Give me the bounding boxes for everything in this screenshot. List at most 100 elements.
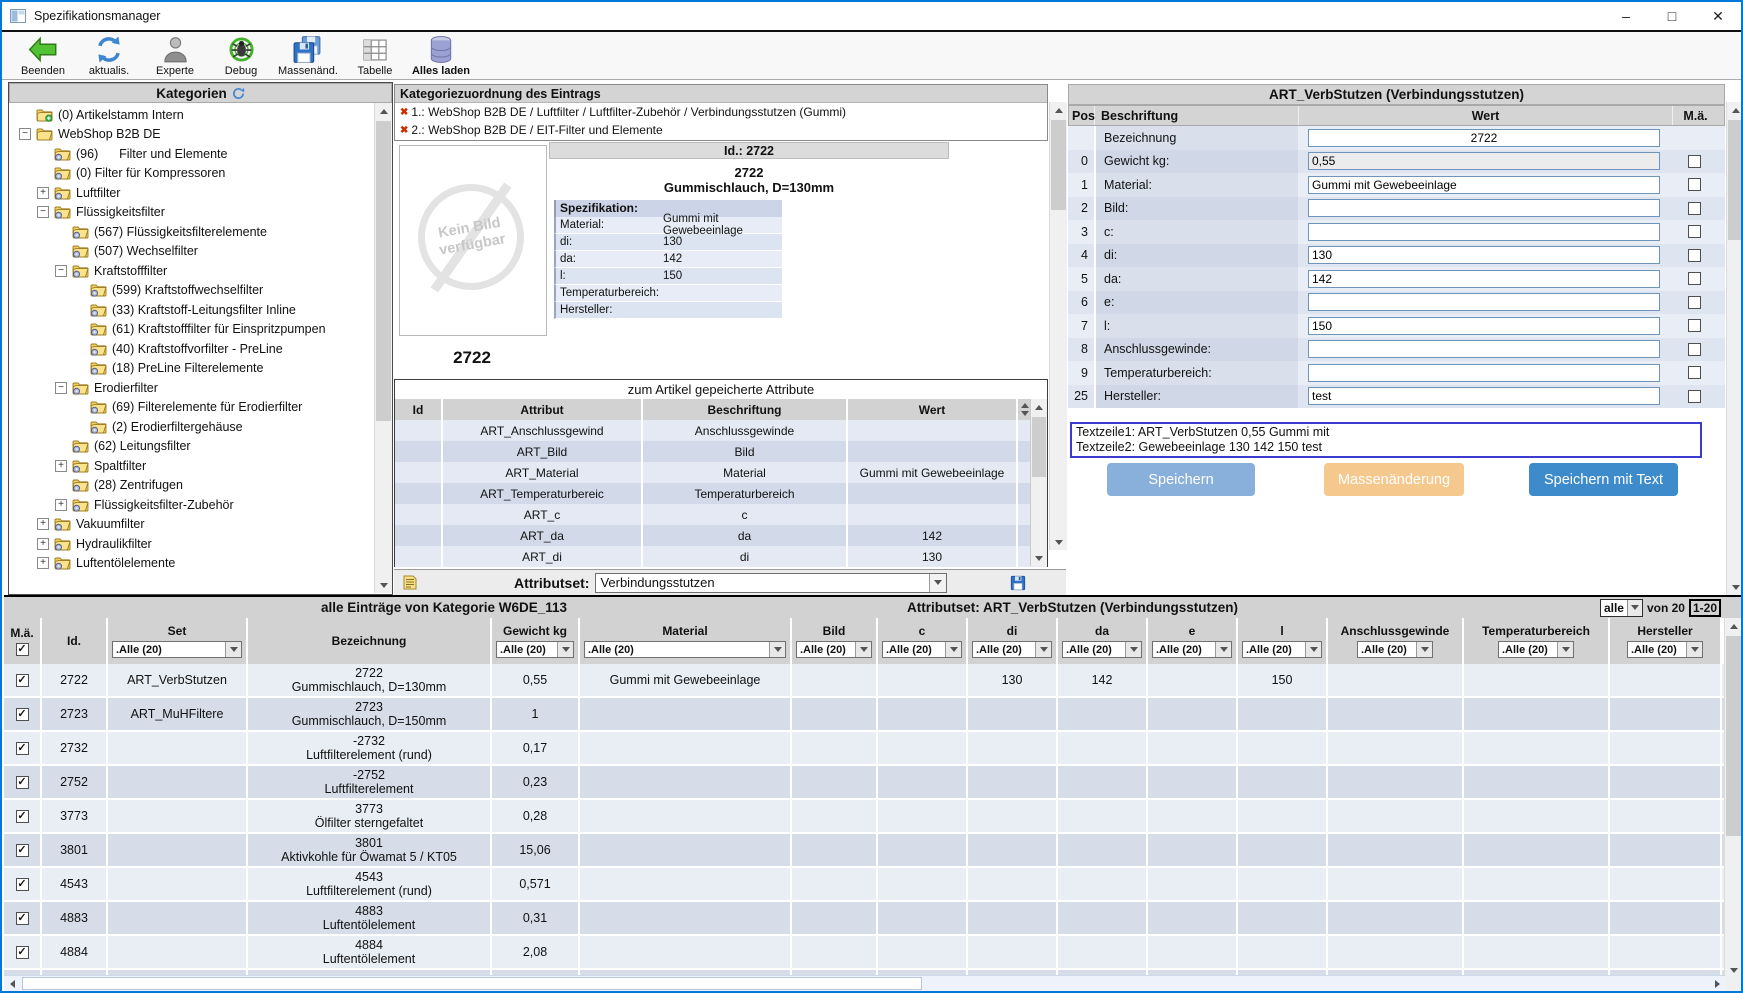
tree-item[interactable]: +Luftfilter (9, 183, 374, 203)
massen-nderung-button[interactable]: Massenänderung (1324, 463, 1464, 496)
speichern-button[interactable]: Speichern (1107, 463, 1255, 496)
tree-item[interactable]: +Hydraulikfilter (9, 534, 374, 554)
scroll-thumb[interactable] (376, 121, 391, 421)
editor-input-l[interactable] (1308, 317, 1660, 335)
tree-item[interactable]: +Flüssigkeitsfilter-Zubehör (9, 495, 374, 515)
tree-expander-plus[interactable]: + (55, 499, 67, 511)
filter-hersteller[interactable]: .Alle (20) (1627, 641, 1703, 658)
article-panel-scrollbar[interactable] (1049, 102, 1067, 550)
scroll-thumb[interactable] (1051, 120, 1066, 210)
tree-item[interactable]: −WebShop B2B DE (9, 125, 374, 145)
row-checkbox[interactable]: ✓ (16, 844, 29, 857)
scroll-up-button[interactable] (1031, 399, 1047, 415)
scroll-up-button[interactable] (1727, 102, 1743, 118)
tree-item[interactable]: (0) Artikelstamm Intern (9, 105, 374, 125)
tree-item[interactable]: (599) Kraftstoffwechselfilter (9, 281, 374, 301)
tree-item[interactable]: −Flüssigkeitsfilter (9, 203, 374, 223)
scroll-thumb[interactable] (1032, 417, 1046, 477)
attribute-row[interactable]: ART_AnschlussgewindAnschlussgewinde (395, 420, 1047, 441)
scroll-up-button[interactable] (1050, 102, 1067, 118)
tree-item[interactable]: (28) Zentrifugen (9, 476, 374, 496)
close-button[interactable]: ✕ (1695, 2, 1741, 30)
tree-expander-plus[interactable]: + (37, 557, 49, 569)
remove-category-icon[interactable]: ✖ (400, 107, 408, 118)
speichern-mit-text-button[interactable]: Speichern mit Text (1529, 463, 1678, 496)
editor-scrollbar[interactable] (1726, 102, 1743, 595)
tree-item[interactable]: (2) Erodierfiltergehäuse (9, 417, 374, 437)
tree-expander-minus[interactable]: − (55, 265, 67, 277)
scroll-down-button[interactable] (1050, 534, 1067, 550)
tree-item[interactable]: (62) Leitungsfilter (9, 437, 374, 457)
tree-item[interactable]: (69) Filterelemente für Erodierfilter (9, 398, 374, 418)
scroll-down-button[interactable] (375, 577, 392, 593)
row-checkbox[interactable]: ✓ (16, 946, 29, 959)
tree-expander-minus[interactable]: − (55, 382, 67, 394)
filter-gewicht[interactable]: .Alle (20) (496, 641, 574, 658)
attribute-row[interactable]: ART_dada142 (395, 525, 1047, 546)
toolbar-experte[interactable]: Experte (142, 32, 208, 80)
toolbar-debug[interactable]: Debug (208, 32, 274, 80)
row-checkbox[interactable]: ✓ (16, 674, 29, 687)
tree-expander-plus[interactable]: + (37, 187, 49, 199)
toolbar-aktualis[interactable]: aktualis. (76, 32, 142, 80)
editor-input-hersteller[interactable] (1308, 387, 1660, 405)
tree-item[interactable]: (0) Filter für Kompressoren (9, 164, 374, 184)
tree-item[interactable]: (507) Wechselfilter (9, 242, 374, 262)
note-icon[interactable] (402, 574, 418, 591)
editor-input-bezeichnung[interactable] (1308, 129, 1660, 147)
page-size-select[interactable]: alle (1600, 599, 1643, 617)
tree-item[interactable]: +Spaltfilter (9, 456, 374, 476)
pager-range[interactable]: 1-20 (1689, 599, 1721, 617)
toolbar-beenden[interactable]: Beenden (10, 32, 76, 80)
ma-checkbox[interactable] (1688, 202, 1701, 215)
attributes-scrollbar[interactable] (1030, 399, 1047, 566)
ma-checkbox[interactable] (1688, 319, 1701, 332)
editor-input-c[interactable] (1308, 223, 1660, 241)
ma-checkbox[interactable] (1688, 225, 1701, 238)
grid-scrollbar-horizontal[interactable] (4, 975, 1725, 991)
scroll-left-button[interactable] (4, 976, 20, 991)
tree-expander-minus[interactable]: − (19, 128, 31, 140)
attribute-row[interactable]: ART_MaterialMaterialGummi mit Gewebeeinl… (395, 462, 1047, 483)
tree-item[interactable]: (96) Filter und Elemente (9, 144, 374, 164)
tree-item[interactable]: (567) Flüssigkeitsfilterelemente (9, 222, 374, 242)
editor-input-anschlussgewinde[interactable] (1308, 340, 1660, 358)
toolbar-massen-nd[interactable]: Massenänd. (274, 32, 342, 80)
tree-item[interactable]: (40) Kraftstoffvorfilter - PreLine (9, 339, 374, 359)
filter-material[interactable]: .Alle (20) (584, 641, 786, 658)
tree-expander-plus[interactable]: + (37, 538, 49, 550)
scroll-down-button[interactable] (1727, 579, 1743, 595)
attribute-row[interactable]: ART_BildBild (395, 441, 1047, 462)
row-checkbox[interactable]: ✓ (16, 810, 29, 823)
editor-input-di[interactable] (1308, 246, 1660, 264)
ma-checkbox[interactable] (1688, 155, 1701, 168)
filter-l[interactable]: .Alle (20) (1242, 641, 1322, 658)
scroll-right-button[interactable] (1709, 976, 1725, 991)
maximize-button[interactable]: □ (1649, 2, 1695, 30)
ma-checkbox[interactable] (1688, 366, 1701, 379)
tree-item[interactable]: −Kraftstofffilter (9, 261, 374, 281)
editor-input-bild[interactable] (1308, 199, 1660, 217)
scroll-thumb[interactable] (1726, 636, 1742, 836)
scroll-up-button[interactable] (375, 103, 392, 119)
filter-di[interactable]: .Alle (20) (972, 641, 1052, 658)
attribute-row[interactable]: ART_cc (395, 504, 1047, 525)
toolbar-tabelle[interactable]: Tabelle (342, 32, 408, 80)
attributset-select[interactable]: Verbindungsstutzen (595, 573, 947, 593)
row-checkbox[interactable]: ✓ (16, 742, 29, 755)
refresh-categories-icon[interactable] (232, 87, 245, 100)
filter-anschlussgewinde[interactable]: .Alle (20) (1357, 641, 1433, 658)
select-all-checkbox[interactable]: ✓ (16, 643, 29, 656)
attribute-row[interactable]: ART_didi130 (395, 546, 1047, 567)
editor-input-e[interactable] (1308, 293, 1660, 311)
ma-checkbox[interactable] (1688, 390, 1701, 403)
ma-checkbox[interactable] (1688, 296, 1701, 309)
editor-input-temperaturbereich[interactable] (1308, 364, 1660, 382)
tree-item[interactable]: +Vakuumfilter (9, 515, 374, 535)
tree-item[interactable]: (18) PreLine Filterelemente (9, 359, 374, 379)
remove-category-icon[interactable]: ✖ (400, 125, 408, 136)
ma-checkbox[interactable] (1688, 272, 1701, 285)
scroll-thumb[interactable] (22, 977, 922, 990)
minimize-button[interactable]: – (1603, 2, 1649, 30)
attribute-row[interactable]: ART_TemperaturbereicTemperaturbereich (395, 483, 1047, 504)
